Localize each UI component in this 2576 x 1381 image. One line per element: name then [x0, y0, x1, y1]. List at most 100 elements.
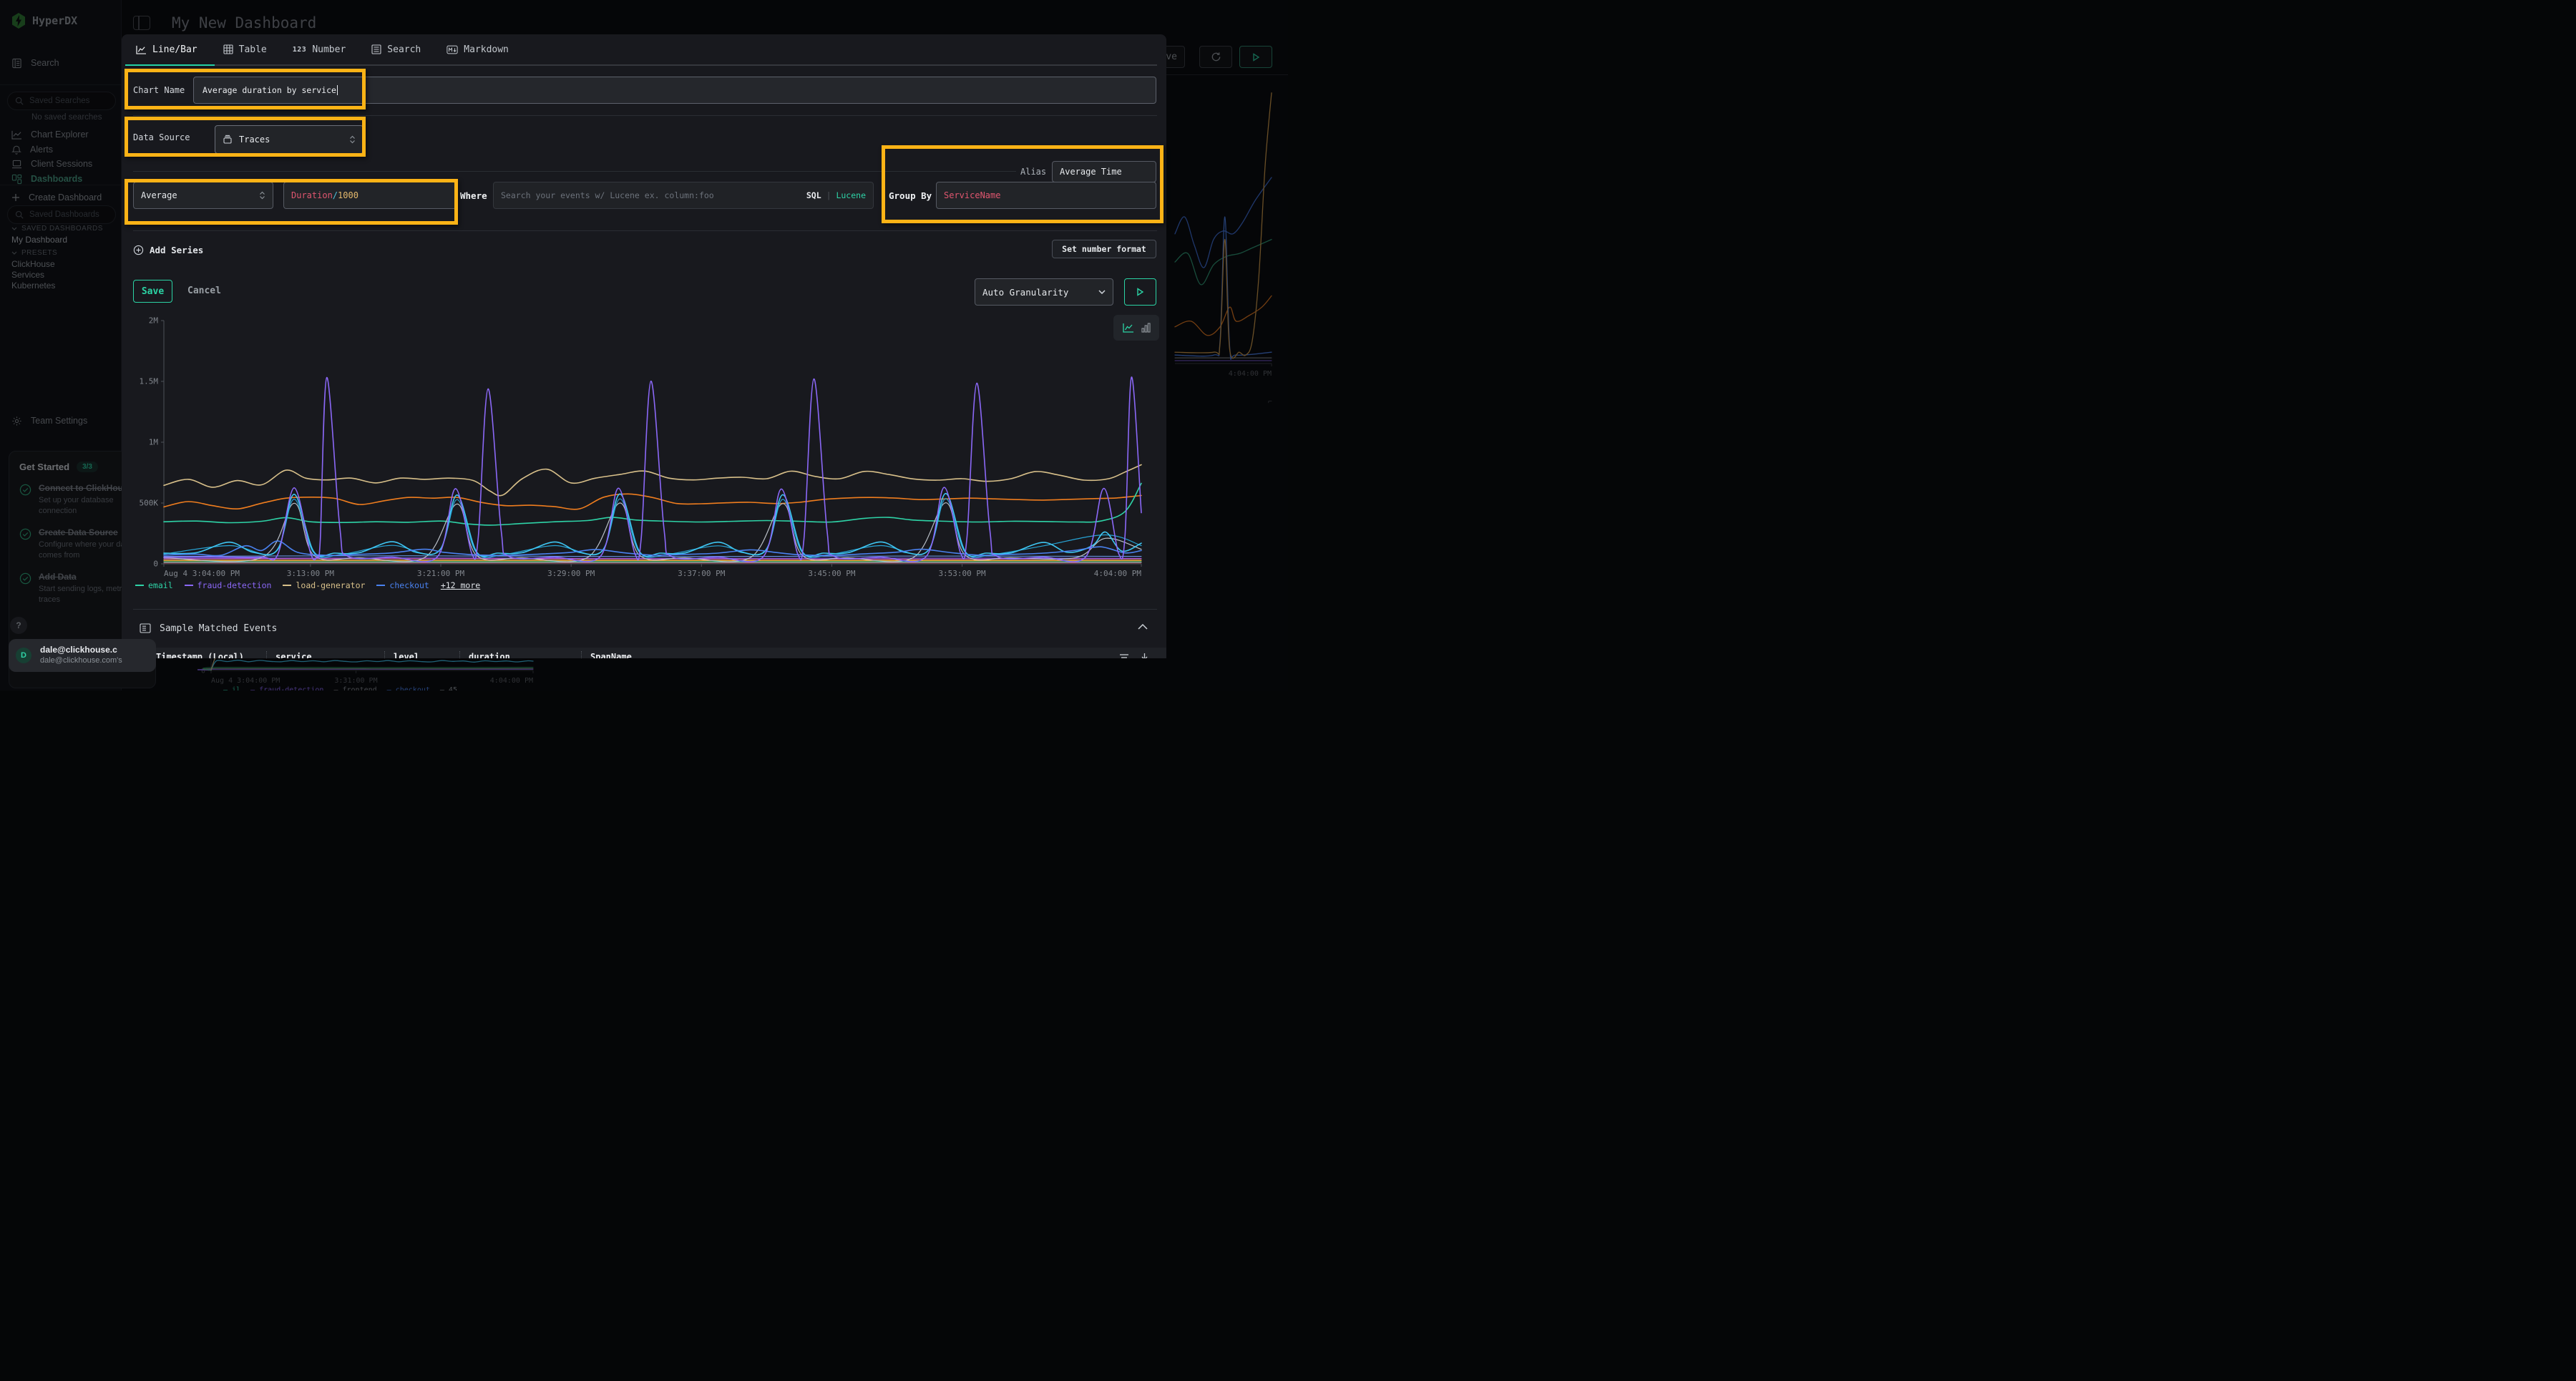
tab-table[interactable]: Table: [223, 44, 267, 55]
where-label: Where: [460, 190, 487, 201]
group-by-input[interactable]: ServiceName: [936, 182, 1156, 209]
events-table-header: Timestamp (Local) service level duration Spa…: [122, 648, 1166, 658]
event-list-icon: [140, 623, 151, 633]
svg-text:1M: 1M: [149, 438, 159, 447]
alias-label: Alias: [1020, 167, 1046, 177]
preview-chart: 0 500K 1M 1.5M 2M Aug 4 3:04:00 PM 3:13:00 PM 3…: [132, 315, 1156, 583]
traces-source-icon: [223, 135, 233, 145]
column-header[interactable]: duration: [469, 652, 510, 658]
table-download-icon[interactable]: [1140, 653, 1149, 658]
granularity-select[interactable]: Auto Granularity: [975, 278, 1113, 306]
tab-markdown[interactable]: Markdown: [447, 44, 509, 55]
bar-view-icon[interactable]: [1141, 323, 1151, 333]
svg-text:4:04:00 PM: 4:04:00 PM: [1094, 569, 1142, 578]
divider: [133, 115, 1157, 116]
expression-token: /: [333, 190, 338, 200]
line-view-icon[interactable]: [1123, 323, 1134, 333]
lang-sql-toggle[interactable]: SQL: [806, 190, 821, 200]
sample-events-title: Sample Matched Events: [160, 623, 277, 634]
number-123-icon: 123: [293, 46, 307, 54]
app-root: HyperDX Search Saved Searches No saved s…: [0, 0, 1288, 690]
svg-text:3:13:00 PM: 3:13:00 PM: [287, 569, 335, 578]
divider: [133, 171, 1016, 172]
line-chart-icon: [136, 45, 147, 54]
plus-circle-icon: [133, 245, 144, 255]
user-team: dale@clickhouse.com's: [40, 656, 156, 665]
svg-text:500K: 500K: [140, 499, 159, 508]
lang-lucene-toggle[interactable]: Lucene: [836, 190, 866, 200]
column-separator: [581, 651, 582, 658]
legend-item[interactable]: load-generator: [283, 580, 365, 590]
svg-text:0: 0: [153, 560, 158, 569]
edit-chart-modal: Line/Bar Table 123 Number Search Markdow…: [122, 34, 1166, 658]
lang-separator: |: [826, 190, 831, 200]
text-caret: [337, 85, 338, 95]
series-email: [164, 484, 1141, 525]
svg-text:Aug 4 3:04:00 PM: Aug 4 3:04:00 PM: [164, 569, 240, 578]
column-separator: [459, 651, 460, 658]
svg-text:3:21:00 PM: 3:21:00 PM: [417, 569, 465, 578]
list-icon: [371, 44, 381, 54]
tab-number[interactable]: 123 Number: [293, 44, 346, 55]
legend-more-link[interactable]: +12 more: [441, 580, 480, 590]
legend-item[interactable]: checkout: [376, 580, 429, 590]
avatar: D: [16, 648, 31, 663]
column-header[interactable]: Timestamp (Local): [156, 652, 244, 658]
tab-track: [125, 64, 1157, 66]
sample-events-header[interactable]: Sample Matched Events: [140, 618, 277, 638]
display-toggle: [1113, 315, 1159, 341]
column-separator: [384, 651, 385, 658]
aggregation-select[interactable]: Average: [133, 182, 273, 209]
column-header[interactable]: SpanName: [590, 652, 632, 658]
expression-token: Duration: [291, 190, 333, 200]
data-source-label: Data Source: [133, 132, 190, 142]
series-flat-blue: [164, 556, 1141, 557]
series-fraud-detection: [164, 377, 1141, 562]
add-series-button[interactable]: Add Series: [133, 245, 203, 255]
divider: [133, 609, 1157, 610]
user-email: dale@clickhouse.c: [40, 645, 156, 655]
series-flat-violet: [164, 558, 1141, 559]
markdown-icon: [447, 45, 458, 54]
legend-item[interactable]: fraud-detection: [185, 580, 272, 590]
divider: [133, 230, 1157, 231]
tab-active-underline: [125, 64, 215, 66]
svg-text:3:37:00 PM: 3:37:00 PM: [678, 569, 726, 578]
select-updown-icon: [349, 135, 356, 144]
legend-item[interactable]: email: [135, 580, 173, 590]
user-chip[interactable]: D dale@clickhouse.c dale@clickhouse.com'…: [9, 639, 156, 672]
group-by-label: Group By: [889, 190, 932, 201]
tab-search[interactable]: Search: [371, 44, 421, 55]
chart-type-tabs: Line/Bar Table 123 Number Search Markdow…: [136, 34, 509, 64]
expression-token: 1000: [338, 190, 358, 200]
column-separator: [266, 651, 267, 658]
chart-name-label: Chart Name: [133, 85, 185, 95]
column-header[interactable]: service: [275, 652, 312, 658]
table-filter-icon[interactable]: [1119, 653, 1129, 658]
series-load-generator: [164, 465, 1141, 496]
where-placeholder: Search your events w/ Lucene ex. column:…: [501, 190, 714, 200]
run-chart-button[interactable]: [1124, 278, 1156, 306]
table-icon: [223, 44, 233, 54]
field-expression-input[interactable]: Duration/1000: [283, 182, 457, 209]
select-updown-icon: [259, 191, 265, 200]
svg-text:3:45:00 PM: 3:45:00 PM: [808, 569, 856, 578]
chart-legend: email fraud-detection load-generator checko…: [135, 580, 480, 590]
svg-text:1.5M: 1.5M: [140, 377, 159, 386]
where-search-input[interactable]: Search your events w/ Lucene ex. column:…: [493, 182, 874, 209]
svg-text:3:53:00 PM: 3:53:00 PM: [938, 569, 986, 578]
save-button[interactable]: Save: [133, 280, 172, 303]
column-header[interactable]: level: [394, 652, 419, 658]
set-number-format-button[interactable]: Set number format: [1052, 240, 1156, 258]
series-cyan-service-b: [164, 499, 1141, 557]
chart-name-input[interactable]: Average duration by service: [193, 77, 1156, 104]
cancel-button[interactable]: Cancel: [187, 286, 221, 296]
tab-line-bar[interactable]: Line/Bar: [136, 44, 197, 55]
play-icon: [1136, 288, 1144, 296]
series-orange-service: [164, 494, 1141, 509]
chevron-down-icon: [1098, 290, 1106, 294]
svg-text:2M: 2M: [149, 316, 159, 326]
alias-input[interactable]: Average Time: [1052, 161, 1156, 182]
data-source-select[interactable]: Traces: [215, 125, 364, 154]
collapse-chevron-up-icon[interactable]: [1138, 624, 1148, 630]
